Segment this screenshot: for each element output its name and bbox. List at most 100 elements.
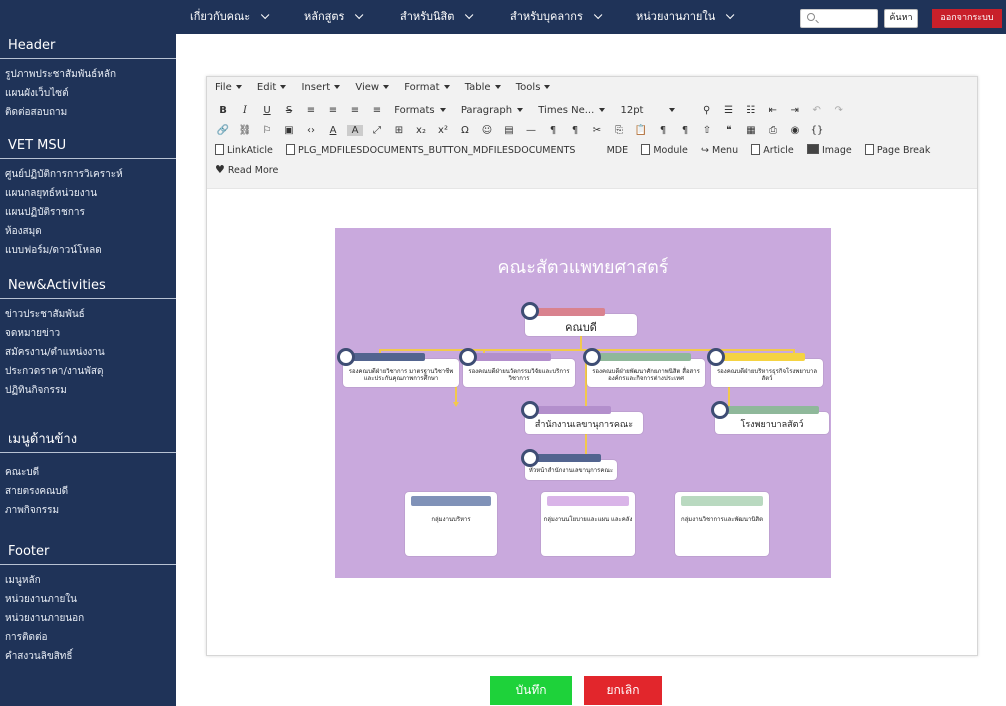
superscript-icon[interactable]: x² bbox=[435, 125, 451, 136]
undo-icon[interactable]: ↶ bbox=[809, 105, 825, 116]
sidebar-item[interactable]: รูปภาพประชาสัมพันธ์หลัก bbox=[0, 65, 176, 84]
org-chart-title: คณะสัตวแพทยศาสตร์ bbox=[497, 257, 669, 278]
sidebar-item[interactable]: หน่วยงานภายนอก bbox=[0, 609, 176, 628]
sidebar-item[interactable]: แผนผังเว็บไซต์ bbox=[0, 84, 176, 103]
sidebar-item[interactable]: จดหมายข่าว bbox=[0, 324, 176, 343]
search-input[interactable] bbox=[819, 11, 875, 26]
link-article-button[interactable]: LinkAticle bbox=[215, 144, 273, 156]
bullet-list-icon[interactable]: ☰ bbox=[721, 105, 737, 116]
menu-edit[interactable]: Edit bbox=[257, 82, 287, 93]
org-chart-image[interactable]: คณะสัตวแพทยศาสตร์ คณบดี รองคณบดีฝ่ายวิชา… bbox=[335, 228, 831, 578]
menu-file[interactable]: File bbox=[215, 82, 242, 93]
background-color-icon[interactable]: A bbox=[347, 125, 363, 136]
sidebar-item[interactable]: คำสงวนลิขสิทธิ์ bbox=[0, 647, 176, 666]
text-color-icon[interactable]: A bbox=[325, 125, 341, 136]
upload-icon[interactable]: ⇧ bbox=[699, 125, 715, 136]
nav-item-students[interactable]: สำหรับนิสิต bbox=[400, 0, 474, 34]
copy-icon[interactable]: ⎘ bbox=[611, 125, 627, 136]
sidebar-item[interactable]: การติดต่อ bbox=[0, 628, 176, 647]
formats-dropdown[interactable]: Formats bbox=[394, 105, 446, 116]
sidebar-item[interactable]: ติดต่อสอบถาม bbox=[0, 103, 176, 122]
paragraph-dropdown[interactable]: Paragraph bbox=[461, 105, 524, 116]
template-icon[interactable]: ▦ bbox=[743, 125, 759, 136]
image-icon[interactable]: ▣ bbox=[281, 125, 297, 136]
nav-item-about[interactable]: เกี่ยวกับคณะ bbox=[190, 0, 270, 34]
mdfiles-button[interactable]: PLG_MDFILESDOCUMENTS_BUTTON_MDFILESDOCUM… bbox=[286, 144, 575, 156]
sidebar-item[interactable]: คณะบดี bbox=[0, 463, 176, 482]
media-icon[interactable]: ▤ bbox=[501, 125, 517, 136]
nav-item-curriculum[interactable]: หลักสูตร bbox=[304, 0, 364, 34]
logout-button[interactable]: ออกจากระบบ bbox=[932, 9, 1002, 28]
sidebar-item[interactable]: แบบฟอร์ม/ดาวน์โหลด bbox=[0, 241, 176, 260]
menu-button[interactable]: ↪ Menu bbox=[701, 145, 738, 156]
visual-blocks-icon[interactable]: ¶ bbox=[677, 125, 693, 136]
sidebar-item[interactable]: ข่าวประชาสัมพันธ์ bbox=[0, 305, 176, 324]
sidebar-item[interactable]: หน่วยงานภายใน bbox=[0, 590, 176, 609]
bold-icon[interactable]: B bbox=[215, 105, 231, 116]
italic-icon[interactable]: I bbox=[237, 105, 253, 116]
nav-item-staff[interactable]: สำหรับบุคลากร bbox=[510, 0, 603, 34]
sidebar-item[interactable]: สายตรงคณบดี bbox=[0, 482, 176, 501]
strikethrough-icon[interactable]: S bbox=[281, 105, 297, 116]
nav-item-internal-units[interactable]: หน่วยงานภายใน bbox=[636, 0, 735, 34]
align-left-icon[interactable]: ≡ bbox=[303, 105, 319, 116]
visual-chars-icon[interactable]: ¶ bbox=[655, 125, 671, 136]
image-button[interactable]: Image bbox=[806, 144, 852, 156]
sidebar-item[interactable]: ประกวดราคา/งานพัสดุ bbox=[0, 362, 176, 381]
subscript-icon[interactable]: x₂ bbox=[413, 125, 429, 136]
table-icon[interactable]: ⊞ bbox=[391, 125, 407, 136]
save-button[interactable]: บันทึก bbox=[490, 676, 572, 705]
page-break-button[interactable]: Page Break bbox=[864, 144, 930, 156]
read-more-button[interactable]: ♥ Read More bbox=[215, 163, 278, 176]
numbered-list-icon[interactable]: ☷ bbox=[743, 105, 759, 116]
sidebar-item[interactable]: ศูนย์ปฏิบัติการการวิเคราะห์ bbox=[0, 165, 176, 184]
search-button[interactable]: ค้นหา bbox=[884, 9, 918, 28]
link-icon[interactable]: 🔗 bbox=[215, 125, 231, 136]
sidebar-item[interactable]: แผนกลยุทธ์หน่วยงาน bbox=[0, 184, 176, 203]
font-size-dropdown[interactable]: 12pt bbox=[620, 105, 676, 116]
print-icon[interactable]: ⎙ bbox=[765, 125, 781, 136]
menu-tools[interactable]: Tools bbox=[516, 82, 551, 93]
rtl-icon[interactable]: ¶ bbox=[567, 125, 583, 136]
cancel-button[interactable]: ยกเลิก bbox=[584, 676, 662, 705]
caret-down-icon bbox=[334, 85, 341, 89]
code-icon[interactable]: ‹› bbox=[303, 125, 319, 136]
font-family-dropdown[interactable]: Times Ne... bbox=[538, 105, 606, 116]
outdent-icon[interactable]: ⇤ bbox=[765, 105, 781, 116]
bookmark-icon[interactable]: ⚐ bbox=[259, 125, 275, 136]
source-code-icon[interactable]: {} bbox=[809, 125, 825, 136]
align-center-icon[interactable]: ≡ bbox=[325, 105, 341, 116]
unlink-icon[interactable]: ⛓ bbox=[237, 125, 253, 136]
article-button[interactable]: Article bbox=[751, 144, 794, 156]
sidebar-item[interactable]: ห้องสมุด bbox=[0, 222, 176, 241]
emoji-icon[interactable]: ☺ bbox=[479, 125, 495, 136]
menu-view[interactable]: View bbox=[355, 82, 390, 93]
align-right-icon[interactable]: ≡ bbox=[347, 105, 363, 116]
menu-format[interactable]: Format bbox=[404, 82, 450, 93]
binoculars-icon[interactable]: ⚲ bbox=[699, 105, 715, 116]
sidebar-item[interactable]: แผนปฏิบัติราชการ bbox=[0, 203, 176, 222]
special-char-icon[interactable]: Ω bbox=[457, 125, 473, 136]
sidebar-item[interactable]: ภาพกิจกรรม bbox=[0, 501, 176, 520]
menu-insert[interactable]: Insert bbox=[301, 82, 341, 93]
ltr-icon[interactable]: ¶ bbox=[545, 125, 561, 136]
mde-button[interactable]: MDE bbox=[607, 145, 629, 156]
fullscreen-icon[interactable]: ⤢ bbox=[369, 125, 385, 136]
indent-icon[interactable]: ⇥ bbox=[787, 105, 803, 116]
sidebar-item[interactable]: ปฏิทินกิจกรรม bbox=[0, 381, 176, 400]
cut-icon[interactable]: ✂ bbox=[589, 125, 605, 136]
menu-table[interactable]: Table bbox=[465, 82, 501, 93]
menu-label: Format bbox=[404, 82, 440, 93]
underline-icon[interactable]: U bbox=[259, 105, 275, 116]
vp-label: รองคณบดีฝ่ายบริหารธุรกิจโรงพยาบาลสัตว์ bbox=[716, 368, 818, 382]
hospital-label: โรงพยาบาลสัตว์ bbox=[740, 420, 804, 430]
module-button[interactable]: Module bbox=[641, 144, 688, 156]
sidebar-item[interactable]: สมัครงาน/ตำแหน่งงาน bbox=[0, 343, 176, 362]
align-justify-icon[interactable]: ≡ bbox=[369, 105, 385, 116]
preview-icon[interactable]: ◉ bbox=[787, 125, 803, 136]
redo-icon[interactable]: ↷ bbox=[831, 105, 847, 116]
horizontal-rule-icon[interactable]: — bbox=[523, 125, 539, 136]
blockquote-icon[interactable]: ❝ bbox=[721, 125, 737, 136]
sidebar-item[interactable]: เมนูหลัก bbox=[0, 571, 176, 590]
paste-icon[interactable]: 📋 bbox=[633, 125, 649, 136]
